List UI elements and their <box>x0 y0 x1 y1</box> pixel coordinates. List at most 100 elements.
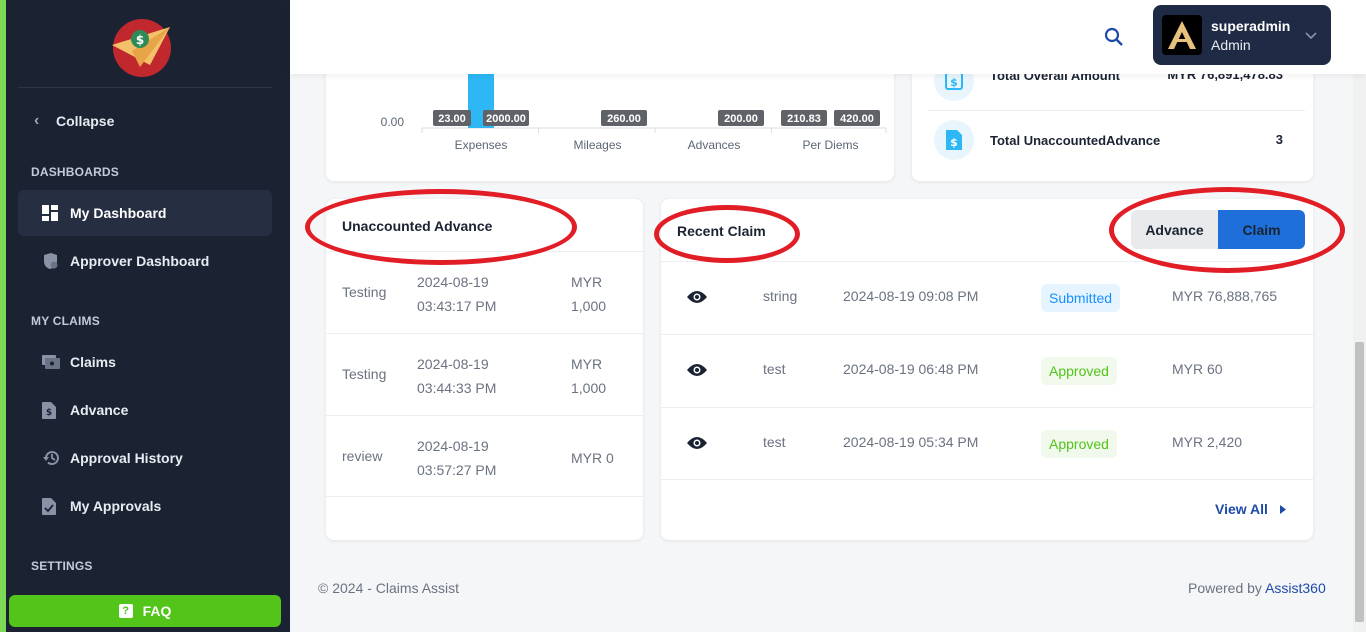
page-scrollbar[interactable] <box>1353 0 1366 632</box>
ua-amount: MYR 1,000 <box>571 270 606 318</box>
data-label: 210.83 <box>787 113 821 125</box>
sidebar-divider <box>18 87 272 88</box>
top-header: superadmin Admin <box>290 0 1366 74</box>
app-logo: $ <box>108 17 174 79</box>
claim-amount: MYR 60 <box>1172 361 1223 377</box>
scrollbar-thumb[interactable] <box>1355 342 1364 622</box>
x-tick-label: Expenses <box>455 138 508 152</box>
sidebar-item-label: Approver Dashboard <box>70 253 210 269</box>
assist360-link[interactable]: Assist360 <box>1265 580 1326 596</box>
x-tick-label: Per Diems <box>802 138 858 152</box>
section-my-claims: MY CLAIMS <box>31 314 100 328</box>
claim-datetime: 2024-08-19 06:48 PM <box>843 361 979 377</box>
toggle-claim-button[interactable]: Claim <box>1218 210 1305 249</box>
ua-name: Testing <box>342 366 387 382</box>
dashboard-icon <box>42 205 70 221</box>
faq-button[interactable]: ? FAQ <box>9 595 281 627</box>
eye-icon[interactable] <box>686 362 708 381</box>
sidebar-item-advance[interactable]: $ Advance <box>18 387 272 433</box>
x-tick-label: Advances <box>688 138 741 152</box>
caret-right-icon <box>1279 501 1286 517</box>
ua-currency: MYR <box>571 274 603 290</box>
chevron-left-icon: ‹ <box>34 112 40 129</box>
ua-name: review <box>342 448 383 464</box>
dollar-file-icon: $ <box>42 401 70 419</box>
sidebar-item-my-dashboard[interactable]: My Dashboard <box>18 190 272 236</box>
user-role: Admin <box>1211 36 1251 53</box>
search-icon[interactable] <box>1103 26 1125 48</box>
unaccounted-advance-card: Unaccounted Advance Testing 2024-08-19 03… <box>326 199 643 540</box>
x-tick-label: Mileages <box>573 138 621 152</box>
view-all-link[interactable]: View All <box>1215 501 1286 517</box>
advance-claim-toggle: Advance Claim <box>1131 210 1305 249</box>
card-title: Recent Claim <box>677 223 766 239</box>
powered-prefix: Powered by <box>1188 580 1262 596</box>
claim-datetime: 2024-08-19 09:08 PM <box>843 288 979 304</box>
claim-amount: MYR 2,420 <box>1172 434 1243 450</box>
ua-datetime: 2024-08-19 03:43:17 PM <box>417 270 496 318</box>
ua-amount-value: 1,000 <box>571 298 607 314</box>
status-badge: Approved <box>1041 357 1117 385</box>
sidebar-item-label: My Approvals <box>70 498 162 514</box>
card-title: Unaccounted Advance <box>342 218 493 234</box>
claim-name: string <box>763 288 798 304</box>
avatar <box>1162 15 1202 55</box>
faq-label: FAQ <box>142 603 172 619</box>
file-check-icon <box>42 497 70 515</box>
claim-datetime: 2024-08-19 05:34 PM <box>843 434 979 450</box>
claims-icon <box>42 355 70 369</box>
user-name: superadmin <box>1211 17 1291 34</box>
ua-time: 03:43:17 PM <box>417 298 497 314</box>
status-badge: Submitted <box>1041 284 1121 312</box>
sidebar-item-label: My Dashboard <box>70 205 167 221</box>
user-menu[interactable]: superadmin Admin <box>1153 5 1331 65</box>
sidebar-item-approval-history[interactable]: Approval History <box>18 435 272 481</box>
question-icon: ? <box>118 604 133 618</box>
table-row: string 2024-08-19 09:08 PM Submitted MYR… <box>661 261 1313 334</box>
sidebar-item-label: Advance <box>70 402 129 418</box>
ua-date: 2024-08-19 <box>417 274 489 290</box>
ua-amount-value: 1,000 <box>571 380 607 396</box>
sidebar: $ ‹ Collapse DASHBOARDS My Dashboard App… <box>6 0 290 632</box>
list-item: Testing 2024-08-19 03:43:17 PM MYR 1,000 <box>326 251 643 333</box>
eye-icon[interactable] <box>686 435 708 454</box>
ua-name: Testing <box>342 284 387 300</box>
table-row: test 2024-08-19 05:34 PM Approved MYR 2,… <box>661 407 1313 480</box>
data-label: 2000.00 <box>486 113 526 125</box>
ua-amount: MYR 1,000 <box>571 352 606 400</box>
ua-datetime: 2024-08-19 03:44:33 PM <box>417 352 496 400</box>
toggle-advance-button[interactable]: Advance <box>1131 210 1218 249</box>
section-dashboards: DASHBOARDS <box>31 165 120 179</box>
svg-text:$: $ <box>136 33 144 47</box>
stat-total-unaccounted: $ Total UnaccountedAdvance 3 <box>924 111 1301 169</box>
stat-value: 3 <box>1275 132 1283 147</box>
eye-icon[interactable] <box>686 289 708 308</box>
table-row: test 2024-08-19 06:48 PM Approved MYR 60 <box>661 334 1313 407</box>
shield-check-icon <box>42 253 70 269</box>
sidebar-item-my-approvals[interactable]: My Approvals <box>18 483 272 529</box>
data-label: 420.00 <box>840 113 874 125</box>
dollar-file-icon: $ <box>934 120 974 160</box>
ua-amount: MYR 0 <box>571 450 614 466</box>
sidebar-item-claims[interactable]: Claims <box>18 339 272 385</box>
claim-amount: MYR 76,888,765 <box>1172 288 1278 304</box>
ua-date: 2024-08-19 <box>417 438 489 454</box>
svg-text:$: $ <box>46 408 52 418</box>
sidebar-item-approver-dashboard[interactable]: Approver Dashboard <box>18 238 272 284</box>
section-settings: SETTINGS <box>31 559 93 573</box>
list-item: review 2024-08-19 03:57:27 PM MYR 0 <box>326 415 643 497</box>
view-all-label: View All <box>1215 501 1268 517</box>
list-item: Testing 2024-08-19 03:44:33 PM MYR 1,000 <box>326 333 643 415</box>
data-label: 200.00 <box>724 113 758 125</box>
stat-label: Total UnaccountedAdvance <box>990 132 1161 148</box>
svg-text:$: $ <box>950 76 958 89</box>
ua-time: 03:57:27 PM <box>417 462 497 478</box>
recent-claim-card: Recent Claim Advance Claim string 2024-0… <box>661 199 1313 540</box>
app-window: $ ‹ Collapse DASHBOARDS My Dashboard App… <box>6 0 1366 632</box>
collapse-label: Collapse <box>56 113 115 129</box>
collapse-button[interactable]: ‹ Collapse <box>34 111 114 131</box>
status-badge: Approved <box>1041 430 1117 458</box>
ua-date: 2024-08-19 <box>417 356 489 372</box>
ua-time: 03:44:33 PM <box>417 380 497 396</box>
y-tick-label: 0.00 <box>381 115 405 129</box>
